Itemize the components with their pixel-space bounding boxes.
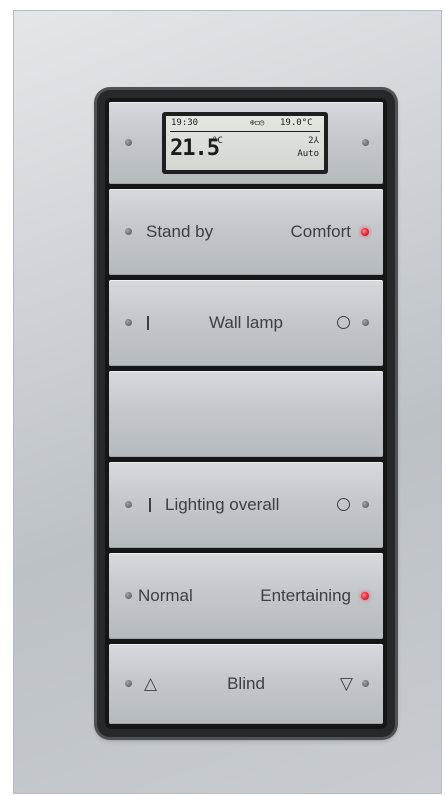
display-mode: Auto — [297, 149, 319, 159]
lighting-overall-label: Lighting overall — [165, 495, 280, 514]
led-indicator-icon — [362, 501, 369, 508]
display-fan-level: 2⅄ — [308, 136, 319, 146]
led-indicator-icon — [362, 139, 369, 146]
display-panel[interactable]: 19:30 ⊕◻◷ 19.0°C 21.5 °C 2⅄ Auto — [109, 102, 383, 184]
entertaining-active-led-icon — [361, 592, 369, 600]
keypad-inner: 19:30 ⊕◻◷ 19.0°C 21.5 °C 2⅄ Auto Stand b… — [105, 98, 387, 729]
standby-label: Stand by — [146, 222, 214, 241]
wall-lamp-rocker[interactable]: Wall lamp — [109, 280, 383, 366]
on-symbol-icon — [149, 498, 151, 512]
keypad-bezel: 19:30 ⊕◻◷ 19.0°C 21.5 °C 2⅄ Auto Stand b… — [97, 90, 395, 737]
normal-entertaining-rocker[interactable]: Normal Entertaining — [109, 553, 383, 639]
standby-comfort-rocker[interactable]: Stand by Comfort — [109, 189, 383, 275]
comfort-active-led-icon — [361, 228, 369, 236]
lcd-housing: 19:30 ⊕◻◷ 19.0°C 21.5 °C 2⅄ Auto — [162, 112, 328, 174]
comfort-label: Comfort — [290, 222, 351, 241]
blank-rocker[interactable] — [109, 371, 383, 457]
down-arrow-icon: ▽ — [339, 674, 353, 694]
off-symbol-icon — [337, 316, 350, 329]
display-temperature-unit: °C — [212, 136, 223, 146]
normal-label: Normal — [138, 586, 193, 605]
led-indicator-icon — [125, 139, 132, 146]
display-status-icons: ⊕◻◷ — [250, 118, 265, 127]
entertaining-label: Entertaining — [260, 586, 351, 605]
display-time: 19:30 — [171, 118, 199, 128]
led-indicator-icon — [125, 228, 132, 235]
wall-frame: 19:30 ⊕◻◷ 19.0°C 21.5 °C 2⅄ Auto Stand b… — [13, 10, 442, 794]
display-setpoint: 19.0°C — [280, 118, 313, 128]
led-indicator-icon — [125, 592, 132, 599]
led-indicator-icon — [362, 680, 369, 687]
display-divider — [170, 131, 320, 132]
lcd-display: 19:30 ⊕◻◷ 19.0°C 21.5 °C 2⅄ Auto — [166, 116, 324, 170]
led-indicator-icon — [362, 319, 369, 326]
lighting-overall-rocker[interactable]: Lighting overall — [109, 462, 383, 548]
off-symbol-icon — [337, 498, 350, 511]
blind-rocker[interactable]: △ Blind ▽ — [109, 644, 383, 724]
led-indicator-icon — [125, 501, 132, 508]
